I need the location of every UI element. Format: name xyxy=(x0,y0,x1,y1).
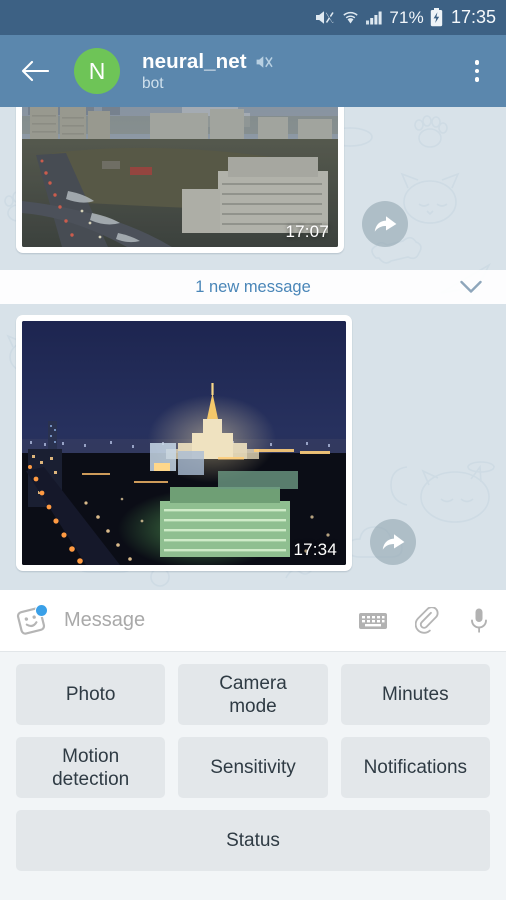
signal-icon xyxy=(366,10,383,25)
unread-label: 1 new message xyxy=(195,277,311,296)
battery-percent: 71% xyxy=(389,7,424,27)
key-minutes[interactable]: Minutes xyxy=(340,664,490,725)
key-photo[interactable]: Photo xyxy=(16,664,166,725)
custom-reply-keyboard: Photo Camera mode Minutes Motion detecti… xyxy=(0,652,506,900)
chat-title-block[interactable]: neural_net bot xyxy=(142,50,462,93)
forward-arrow-icon xyxy=(381,531,406,553)
sticker-badge xyxy=(35,603,48,617)
key-motion-detection[interactable]: Motion detection xyxy=(16,737,166,798)
chat-header: N neural_net bot xyxy=(0,35,506,107)
menu-dot xyxy=(474,60,480,65)
muted-speaker-icon xyxy=(255,54,274,70)
message-photo-2[interactable]: 17:34 xyxy=(16,315,416,571)
forward-arrow-icon xyxy=(373,213,398,235)
chat-subtitle: bot xyxy=(142,74,164,92)
forward-button[interactable] xyxy=(362,201,408,247)
avatar[interactable]: N xyxy=(74,48,120,94)
message-photo-1[interactable]: 17:07 xyxy=(16,107,408,253)
mute-icon xyxy=(314,9,335,26)
status-clock: 17:35 xyxy=(450,7,496,27)
photo-bubble[interactable]: 17:34 xyxy=(16,315,352,571)
keyboard-row: Status xyxy=(16,810,490,871)
microphone-icon[interactable] xyxy=(468,607,490,635)
photo-night-cityscape xyxy=(22,321,346,565)
keyboard-row: Motion detection Sensitivity Notificatio… xyxy=(16,737,490,798)
photo-thumbnail[interactable]: 17:34 xyxy=(22,321,346,565)
status-icons xyxy=(314,9,383,26)
menu-dot xyxy=(474,68,480,74)
input-actions xyxy=(358,606,490,635)
page-title: neural_net xyxy=(142,49,247,73)
photo-thumbnail[interactable]: 17:07 xyxy=(22,107,338,247)
avatar-letter: N xyxy=(88,57,106,84)
photo-timestamp: 17:07 xyxy=(285,222,329,241)
keyboard-row: Photo Camera mode Minutes xyxy=(16,664,490,725)
wifi-icon xyxy=(342,10,359,25)
battery-charging-icon xyxy=(430,8,443,27)
key-status[interactable]: Status xyxy=(16,810,490,871)
back-arrow-icon xyxy=(21,60,49,82)
menu-dot xyxy=(474,77,480,82)
photo-bubble[interactable]: 17:07 xyxy=(16,107,344,253)
unread-divider[interactable]: 1 new message xyxy=(0,270,506,304)
message-input-bar xyxy=(0,590,506,652)
forward-button[interactable] xyxy=(370,519,416,565)
key-sensitivity[interactable]: Sensitivity xyxy=(178,737,328,798)
paperclip-icon[interactable] xyxy=(415,606,441,635)
key-notifications[interactable]: Notifications xyxy=(340,737,490,798)
search-input[interactable] xyxy=(64,609,348,632)
back-button[interactable] xyxy=(18,54,52,88)
overflow-menu-icon[interactable] xyxy=(462,51,492,91)
telegram-chat-screen: 71% 17:35 N neural_net bot 17:07 1 new m… xyxy=(0,0,506,900)
message-list[interactable]: 17:07 1 new message 17:34 xyxy=(0,107,506,590)
photo-timestamp: 17:34 xyxy=(293,540,337,559)
sticker-smiley-icon[interactable] xyxy=(12,602,50,640)
chevron-down-icon[interactable] xyxy=(460,280,482,294)
key-camera-mode[interactable]: Camera mode xyxy=(178,664,328,725)
keyboard-icon[interactable] xyxy=(358,610,388,632)
status-bar: 71% 17:35 xyxy=(0,0,506,35)
